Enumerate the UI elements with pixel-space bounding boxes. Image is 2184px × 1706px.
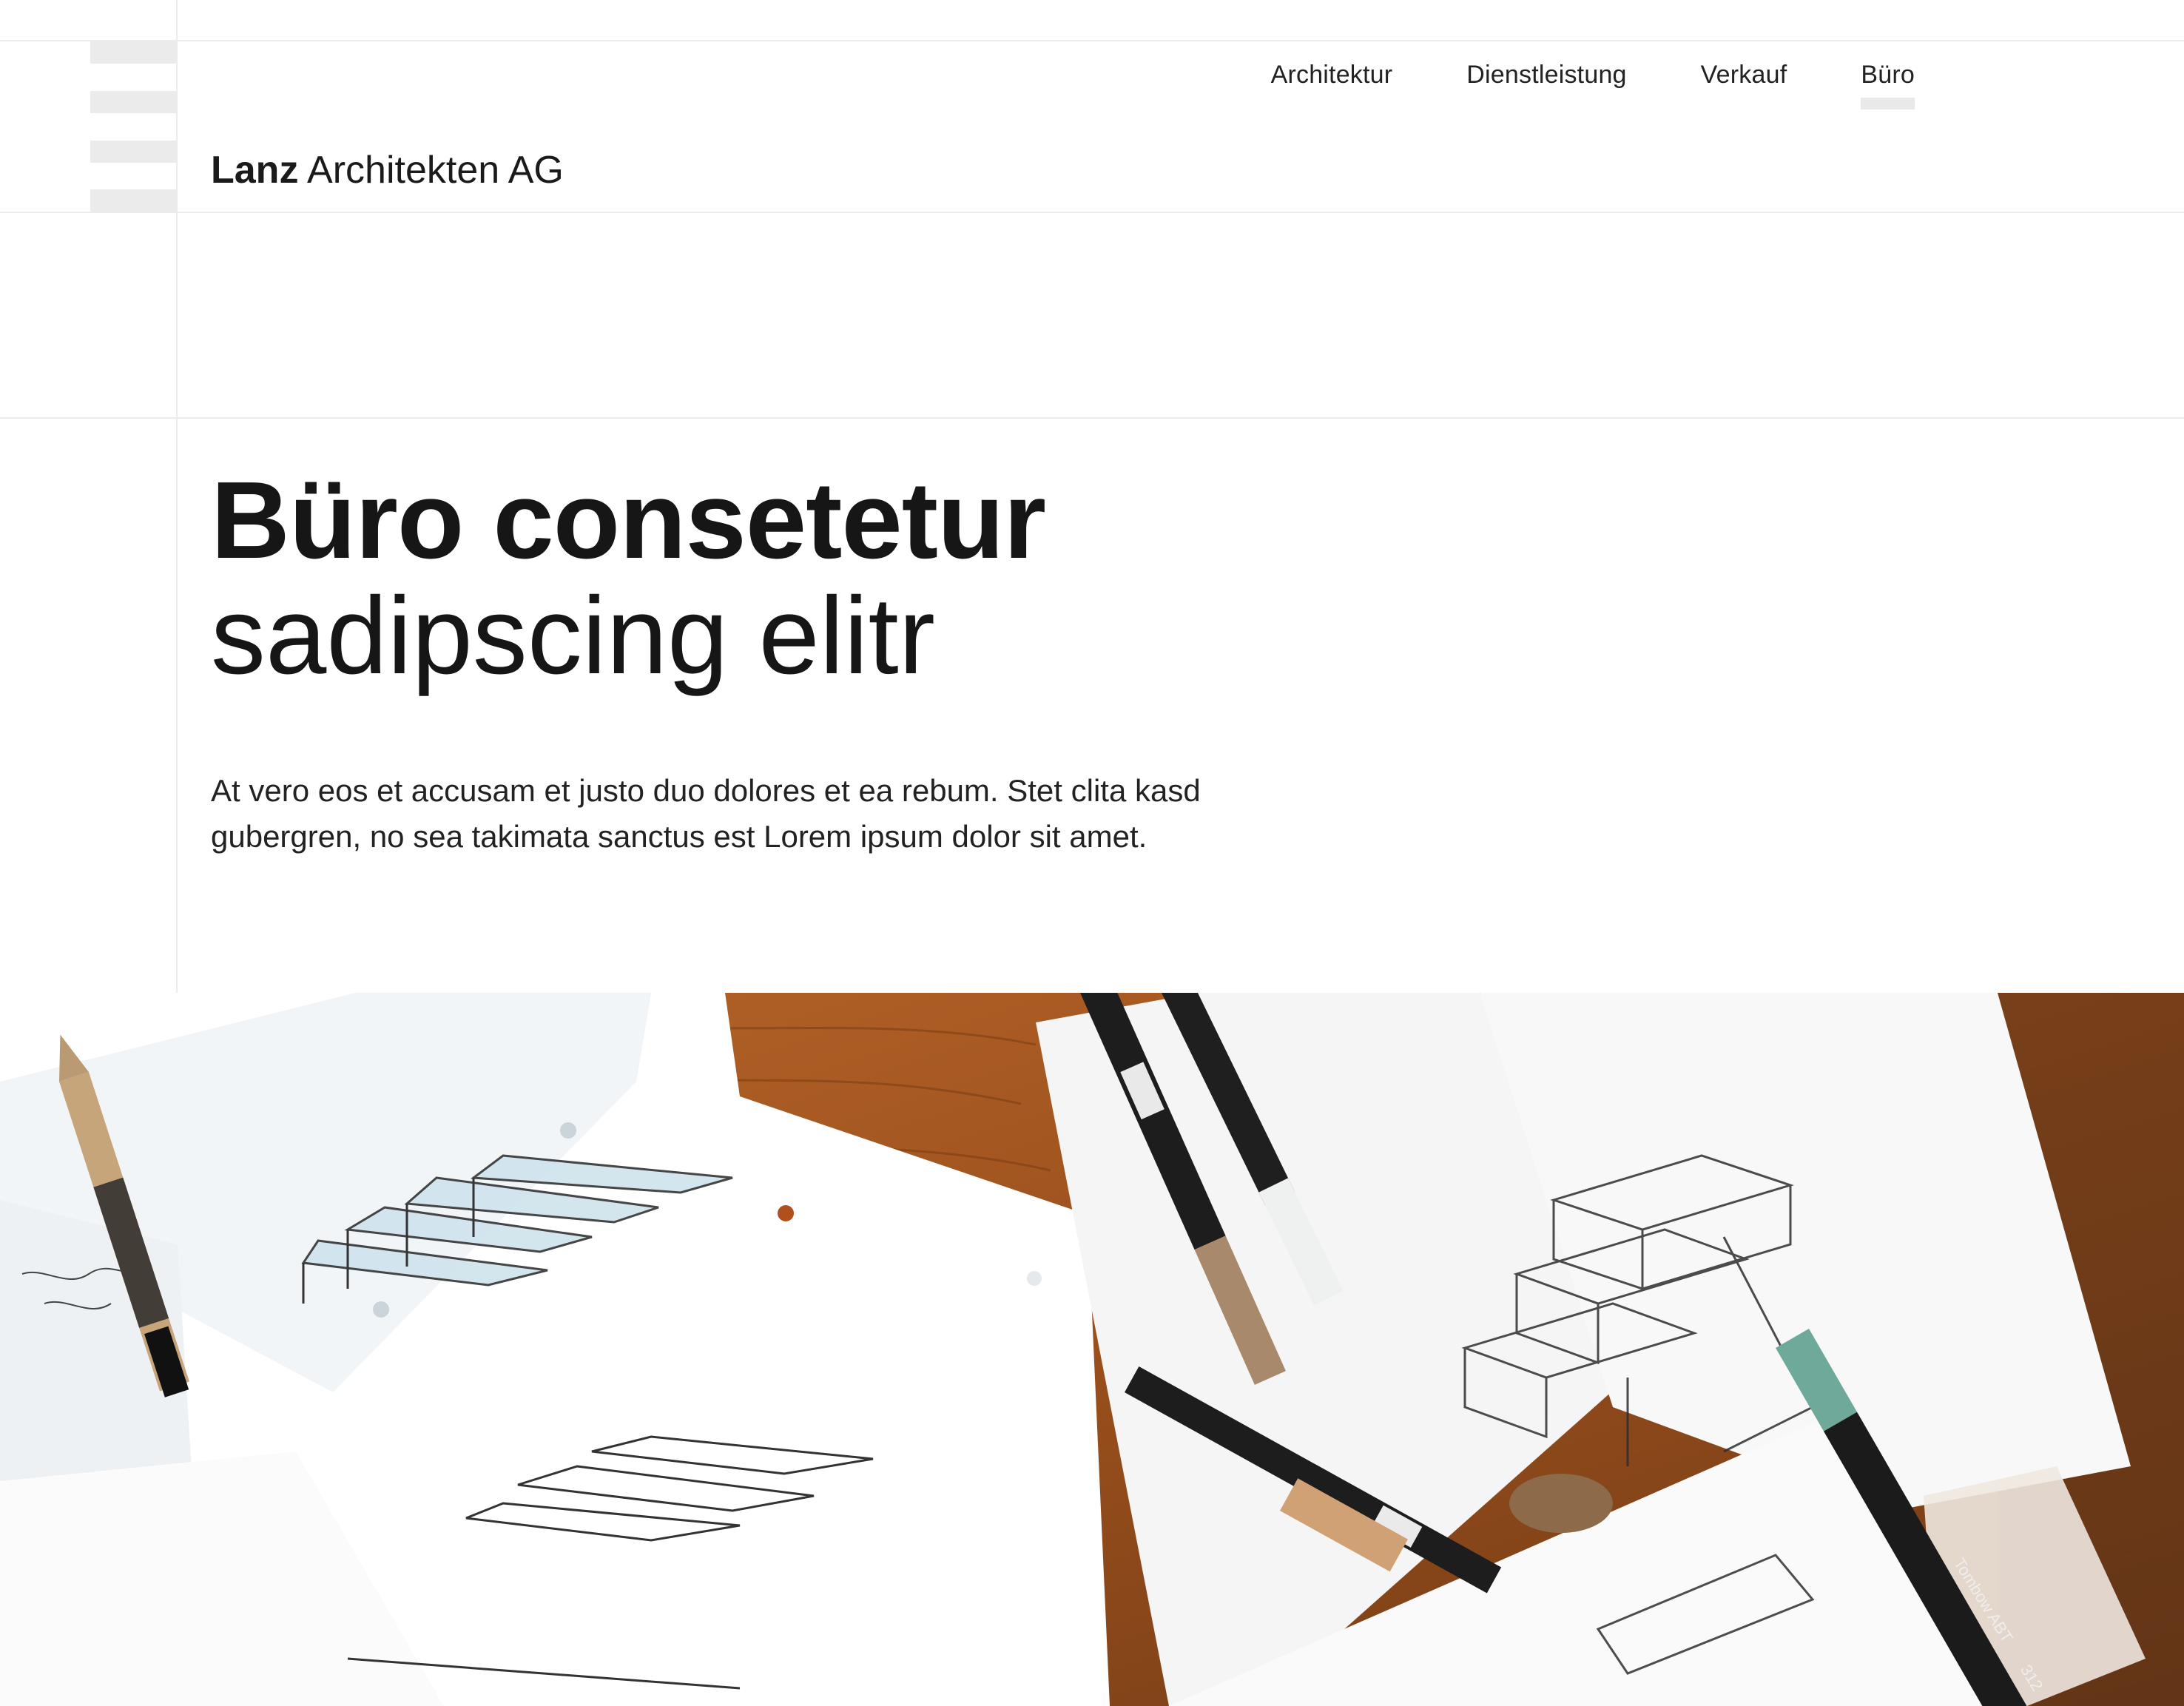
logo-mark[interactable] — [90, 41, 178, 213]
page-title: Büro consetetur sadipscing elitr — [211, 459, 1046, 697]
nav-item-buero[interactable]: Büro — [1861, 61, 1915, 109]
nav-item-dienstleistung[interactable]: Dienstleistung — [1466, 61, 1626, 90]
grid-line-top — [0, 40, 2184, 41]
main-nav: Architektur Dienstleistung Verkauf Büro — [1271, 61, 1915, 109]
page-title-bold: Büro consetetur — [211, 459, 1046, 581]
grid-line-hero-top — [0, 417, 2184, 419]
nav-item-architektur[interactable]: Architektur — [1271, 61, 1393, 90]
brand-rest: Architekten AG — [307, 149, 564, 192]
hero-photo: Tombow ABT 312 — [0, 993, 2184, 1706]
brand-strong: Lanz — [211, 149, 299, 192]
logo-bar — [90, 91, 178, 113]
logo-bar — [90, 41, 178, 64]
nav-item-verkauf[interactable]: Verkauf — [1701, 61, 1787, 90]
page: Architektur Dienstleistung Verkauf Büro … — [0, 0, 2184, 1706]
page-title-light: sadipscing elitr — [211, 575, 935, 697]
brand-name[interactable]: Lanz Architekten AG — [211, 148, 564, 192]
lead-paragraph: At vero eos et accusam et justo duo dolo… — [211, 773, 1201, 854]
logo-bar — [90, 141, 178, 163]
grid-line-header-bottom — [0, 212, 2184, 213]
logo-bar — [90, 189, 178, 212]
